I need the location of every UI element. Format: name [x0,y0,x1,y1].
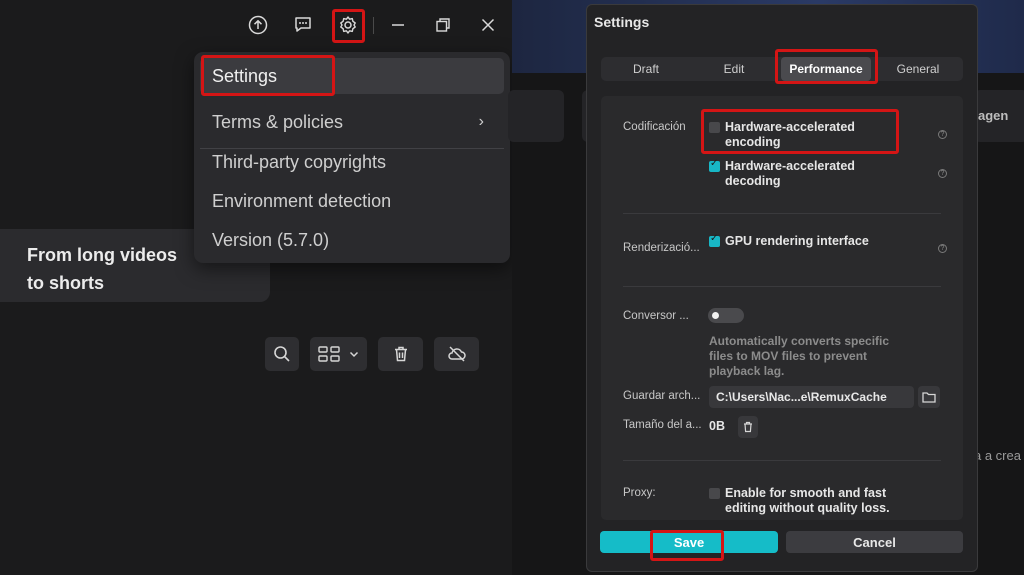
clear-cache-button[interactable] [738,416,758,438]
hw-decoding-label: Hardware-accelerated decoding [725,159,855,188]
settings-tabs: Draft Edit Performance General [601,57,963,81]
promo-text: From long videos to shorts [27,245,178,293]
delete-button[interactable] [378,337,423,371]
menu-item-version[interactable]: Version (5.7.0) [200,222,504,258]
menu-item-third-party[interactable]: Third-party copyrights [200,144,504,180]
cancel-button[interactable]: Cancel [786,531,963,553]
menu-item-environment[interactable]: Environment detection [200,183,504,219]
save-button[interactable]: Save [600,531,778,553]
chevron-down-icon [349,351,358,358]
menu-item-settings[interactable]: Settings [200,58,504,94]
cache-path-field[interactable]: C:\Users\Nac...e\RemuxCache [709,386,914,408]
tab-general[interactable]: General [877,57,959,81]
feedback-icon[interactable] [288,10,318,40]
minimize-icon[interactable] [383,10,413,40]
folder-icon [922,392,936,403]
settings-dialog: Settings Draft Edit Performance General … [586,4,978,572]
converter-description: Automatically converts specific files to… [709,334,890,378]
tab-performance[interactable]: Performance [781,57,871,81]
performance-panel: Codificación Hardware-accelerated encodi… [601,96,963,520]
info-icon[interactable]: ? [938,169,947,178]
cloud-off-icon [447,346,466,362]
cache-folder-label: Guardar arch... [623,390,701,402]
restore-icon[interactable] [428,10,458,40]
menu-item-terms-label: Terms & policies [212,111,344,132]
folder-button[interactable] [918,386,940,408]
search-icon [274,346,290,362]
menu-item-terms[interactable]: Terms & policies › [200,104,504,140]
trash-icon [394,346,407,362]
converter-label: Conversor ... [623,310,689,322]
proxy-label: Proxy: [623,487,656,499]
view-toggle-button[interactable] [310,337,367,371]
close-icon[interactable] [473,10,503,40]
background-edge-text: a a crea [974,448,1021,463]
background-card: agen [974,90,1024,142]
cache-size-label: Tamaño del a... [623,419,702,431]
settings-dropdown-menu: Settings Terms & policies › Third-party … [194,52,510,263]
title-separator [373,17,374,34]
gpu-rendering-label: GPU rendering interface [725,234,869,248]
trash-icon [744,421,752,433]
background-card-text: agen [978,108,1009,123]
encoding-label: Codificación [623,121,686,133]
grid-view-icon [317,346,340,362]
gpu-rendering-checkbox[interactable] [709,233,720,247]
gear-icon[interactable] [333,10,363,40]
section-divider [623,213,941,214]
section-divider [623,460,941,461]
rendering-label: Renderizació... [623,242,700,254]
dialog-title: Settings [594,14,650,30]
info-icon[interactable]: ? [938,130,947,139]
tab-edit[interactable]: Edit [693,57,775,81]
search-button[interactable] [265,337,299,371]
title-bar [0,0,512,52]
cache-size-value: 0B [709,419,725,433]
proxy-checkbox[interactable] [709,488,720,499]
converter-toggle[interactable] [708,308,744,323]
section-divider [623,286,941,287]
info-icon[interactable]: ? [938,244,947,253]
proxy-description: Enable for smooth and fast editing witho… [725,486,890,515]
background-card [508,90,564,142]
upload-icon[interactable] [243,10,273,40]
left-app-window: From long videos to shorts Settings Term… [0,0,512,575]
tab-draft[interactable]: Draft [605,57,687,81]
cloud-off-button[interactable] [434,337,479,371]
hw-decoding-checkbox[interactable] [709,158,720,172]
hw-encoding-label: Hardware-accelerated encoding [725,120,855,149]
chevron-right-icon: › [478,113,484,130]
hw-encoding-checkbox[interactable] [709,122,720,133]
